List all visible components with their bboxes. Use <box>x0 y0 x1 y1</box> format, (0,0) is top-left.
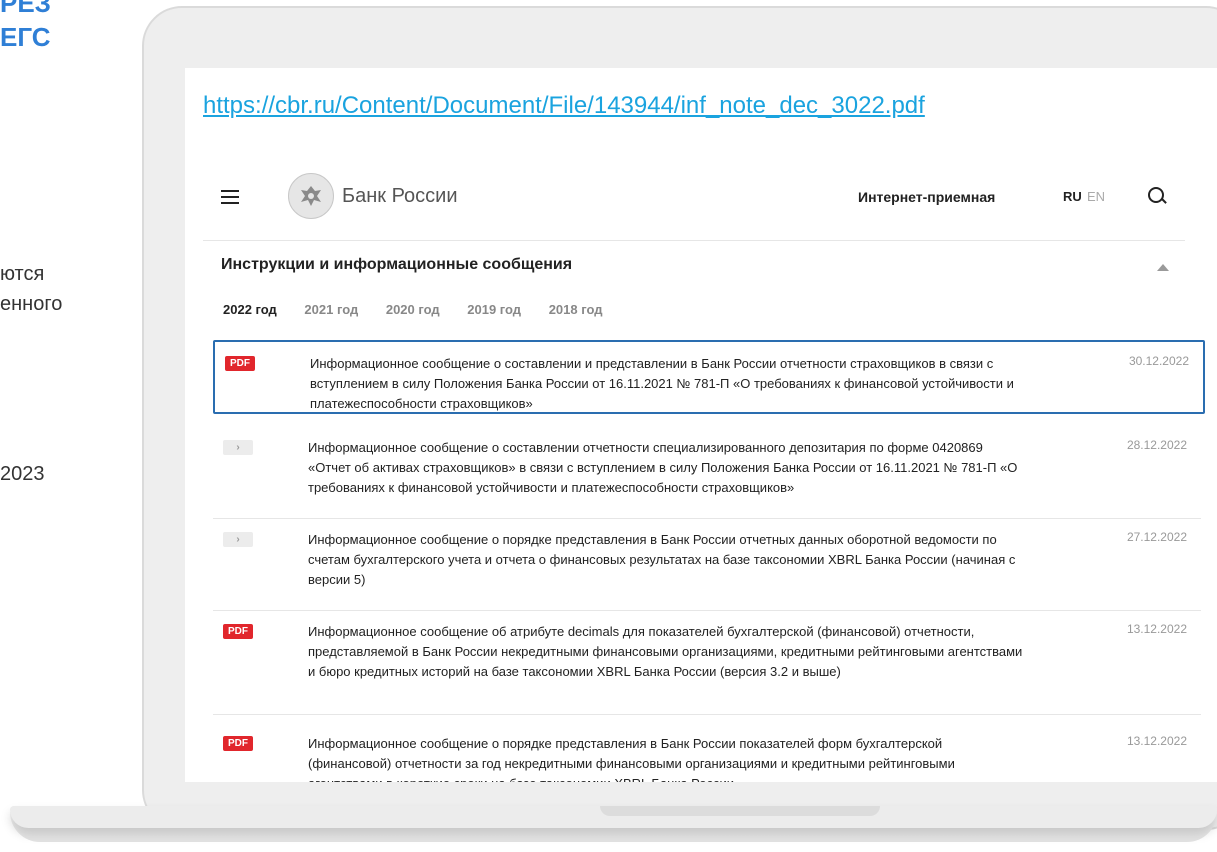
list-item[interactable]: › Информационное сообщение о составлении… <box>213 426 1201 519</box>
collapse-icon[interactable] <box>1157 264 1169 271</box>
tab-2020[interactable]: 2020 год <box>386 302 440 317</box>
pdf-badge-icon: PDF <box>223 736 253 751</box>
item-date: 30.12.2022 <box>1128 354 1189 368</box>
slide-heading-line-1: РЕЗ <box>0 0 51 18</box>
search-icon[interactable] <box>1148 187 1164 203</box>
item-title-link[interactable]: Информационное сообщение о порядке предс… <box>308 734 1028 782</box>
section-title: Инструкции и информационные сообщения <box>221 256 573 273</box>
item-title-link[interactable]: Информационное сообщение о составлении о… <box>308 438 1028 498</box>
pdf-badge-icon: PDF <box>225 356 255 371</box>
item-date: 28.12.2022 <box>1126 438 1187 452</box>
laptop-screen: https://cbr.ru/Content/Document/File/143… <box>185 68 1217 782</box>
list-item[interactable]: PDF Информационное сообщение о составлен… <box>213 340 1205 414</box>
list-item[interactable]: PDF Информационное сообщение о порядке п… <box>213 722 1201 782</box>
item-date: 13.12.2022 <box>1126 734 1187 748</box>
bank-emblem-icon[interactable] <box>288 173 334 219</box>
document-url-link[interactable]: https://cbr.ru/Content/Document/File/143… <box>203 92 925 120</box>
slide-heading: РЕЗ ЕГС <box>0 0 51 54</box>
list-item[interactable]: › Информационное сообщение о порядке пре… <box>213 518 1201 611</box>
pdf-badge-icon: PDF <box>223 624 253 639</box>
tab-2019[interactable]: 2019 год <box>467 302 521 317</box>
language-ru-button[interactable]: RU <box>1063 189 1082 204</box>
tab-2022[interactable]: 2022 год <box>223 302 277 317</box>
laptop-notch <box>600 806 880 816</box>
arrow-badge-icon: › <box>223 532 253 547</box>
internet-reception-link[interactable]: Интернет-приемная <box>858 189 995 205</box>
tab-2021[interactable]: 2021 год <box>304 302 358 317</box>
language-en-button[interactable]: EN <box>1087 189 1105 204</box>
tab-2018[interactable]: 2018 год <box>549 302 603 317</box>
item-title-link[interactable]: Информационное сообщение о составлении и… <box>310 354 1030 414</box>
list-item[interactable]: PDF Информационное сообщение об атрибуте… <box>213 610 1201 715</box>
slide-heading-line-2: ЕГС <box>0 22 51 52</box>
menu-icon[interactable] <box>221 190 239 204</box>
slide-text-year: 2023 <box>0 463 45 485</box>
item-date: 13.12.2022 <box>1126 622 1187 636</box>
slide-text-line-2: енного <box>0 293 63 315</box>
item-title-link[interactable]: Информационное сообщение об атрибуте dec… <box>308 622 1028 682</box>
year-tabs: 2022 год 2021 год 2020 год 2019 год 2018… <box>223 302 626 317</box>
item-title-link[interactable]: Информационное сообщение о порядке предс… <box>308 530 1028 590</box>
slide-text-line-1: ются <box>0 263 45 285</box>
header-divider <box>203 240 1185 241</box>
item-date: 27.12.2022 <box>1126 530 1187 544</box>
arrow-badge-icon: › <box>223 440 253 455</box>
brand-name[interactable]: Банк России <box>342 185 458 208</box>
